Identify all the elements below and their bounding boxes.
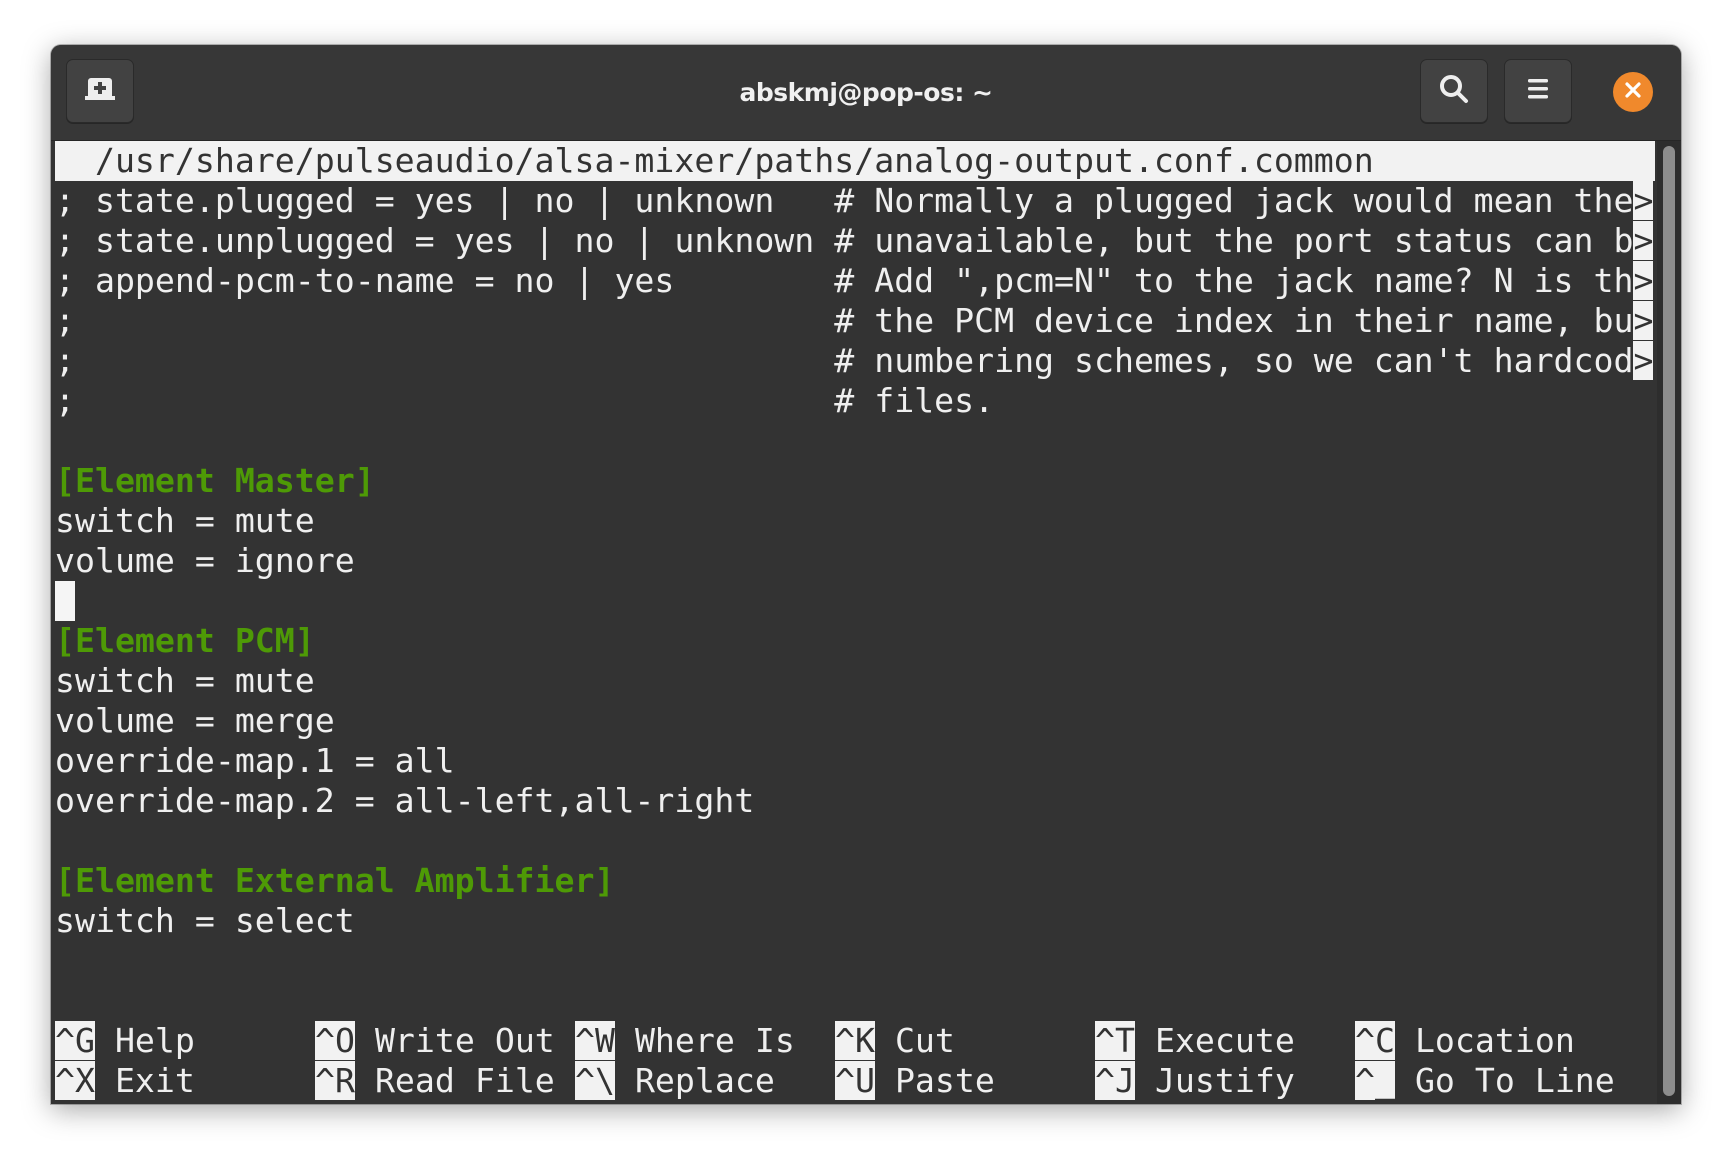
line-code: ; [55,381,835,420]
line-comment: # Normally a plugged jack would mean the [834,181,1634,220]
section-header: [Element Master] [55,461,375,500]
menu-button[interactable] [1504,59,1572,123]
shortcut-replace[interactable]: ^\ Replace [575,1061,775,1101]
shortcut-label: Location [1414,1021,1575,1060]
editor-line: volume = ignore [55,541,355,580]
line-overflow-marker: > [1633,181,1654,220]
shortcut-help[interactable]: ^G Help [55,1021,195,1061]
editor-line: ; # the PCM device index in their name, … [55,301,1654,341]
close-button[interactable] [1613,72,1653,112]
shortcut-key: ^U [835,1061,875,1100]
shortcut-location[interactable]: ^C Location [1355,1021,1575,1061]
header-bar: abskmj@pop-os: ~ [51,45,1681,141]
editor-line: ; state.unplugged = yes | no | unknown #… [55,221,1654,261]
editor-line: override-map.2 = all-left,all-right [55,781,755,820]
line-comment: # files. [834,381,995,420]
shortcut-key: ^R [315,1061,355,1100]
shortcut-write-out[interactable]: ^O Write Out [315,1021,555,1061]
shortcut-paste[interactable]: ^U Paste [835,1061,995,1101]
editor-line [55,581,75,621]
line-comment: # the PCM device index in their name, bu [834,301,1634,340]
line-code: ; append-pcm-to-name = no | yes [55,261,835,300]
line-code: ; [55,341,835,380]
line-comment: # numbering schemes, so we can't hardcod [834,341,1634,380]
editor-line: switch = mute [55,661,315,700]
shortcut-key: ^_ [1355,1061,1395,1100]
file-path: /usr/share/pulseaudio/alsa-mixer/paths/a… [55,141,1374,180]
close-icon [1624,81,1642,103]
shortcut-key: ^W [575,1021,615,1060]
line-code: ; state.unplugged = yes | no | unknown [55,221,835,260]
shortcut-where-is[interactable]: ^W Where Is [575,1021,795,1061]
line-overflow-marker: > [1633,261,1654,300]
line-overflow-marker: > [1633,221,1654,260]
section-header: [Element PCM] [55,621,315,660]
shortcut-exit[interactable]: ^X Exit [55,1061,195,1101]
line-code: ; state.plugged = yes | no | unknown [55,181,835,220]
shortcut-label: Write Out [374,1021,555,1060]
shortcut-execute[interactable]: ^T Execute [1095,1021,1295,1061]
shortcut-label: Where Is [634,1021,795,1060]
shortcut-key: ^\ [575,1061,615,1100]
search-button[interactable] [1420,59,1488,123]
editor-line: override-map.1 = all [55,741,455,780]
terminal-content[interactable]: /usr/share/pulseaudio/alsa-mixer/paths/a… [53,141,1657,1104]
shortcut-label: Exit [114,1061,195,1100]
editor-line: ; # files. [55,381,994,421]
hamburger-menu-icon [1526,77,1550,105]
shortcut-label: Justify [1154,1061,1295,1100]
line-code: ; [55,301,835,340]
terminal-window: abskmj@pop-os: ~ /usr/share/pulseaudio/a… [51,45,1681,1104]
scrollbar[interactable] [1657,141,1681,1104]
shortcut-key: ^G [55,1021,95,1060]
shortcut-key: ^X [55,1061,95,1100]
shortcut-key: ^T [1095,1021,1135,1060]
scrollbar-thumb[interactable] [1663,146,1675,1096]
editor-line: volume = merge [55,701,335,740]
shortcut-label: Read File [374,1061,555,1100]
editor-line: ; # numbering schemes, so we can't hardc… [55,341,1654,381]
editor-line: ; state.plugged = yes | no | unknown # N… [55,181,1654,221]
shortcut-label: Execute [1154,1021,1295,1060]
shortcut-label: Cut [894,1021,955,1060]
shortcut-go-to-line[interactable]: ^_ Go To Line [1355,1061,1615,1101]
shortcut-label: Go To Line [1414,1061,1615,1100]
shortcut-key: ^C [1355,1021,1395,1060]
shortcut-label: Help [114,1021,195,1060]
shortcut-key: ^J [1095,1061,1135,1100]
shortcut-key: ^K [835,1021,875,1060]
editor-line: switch = mute [55,501,315,540]
editor-line: switch = select [55,901,355,940]
shortcut-label: Paste [894,1061,995,1100]
text-cursor [55,581,75,621]
line-comment: # unavailable, but the port status can b [834,221,1634,260]
editor-line: ; append-pcm-to-name = no | yes # Add ",… [55,261,1654,301]
shortcut-read-file[interactable]: ^R Read File [315,1061,555,1101]
line-comment: # Add ",pcm=N" to the jack name? N is th [834,261,1634,300]
shortcut-cut[interactable]: ^K Cut [835,1021,955,1061]
section-header: [Element External Amplifier] [55,861,615,900]
search-icon [1438,73,1470,109]
line-overflow-marker: > [1633,341,1654,380]
shortcut-justify[interactable]: ^J Justify [1095,1061,1295,1101]
line-overflow-marker: > [1633,301,1654,340]
shortcut-key: ^O [315,1021,355,1060]
shortcut-label: Replace [634,1061,775,1100]
